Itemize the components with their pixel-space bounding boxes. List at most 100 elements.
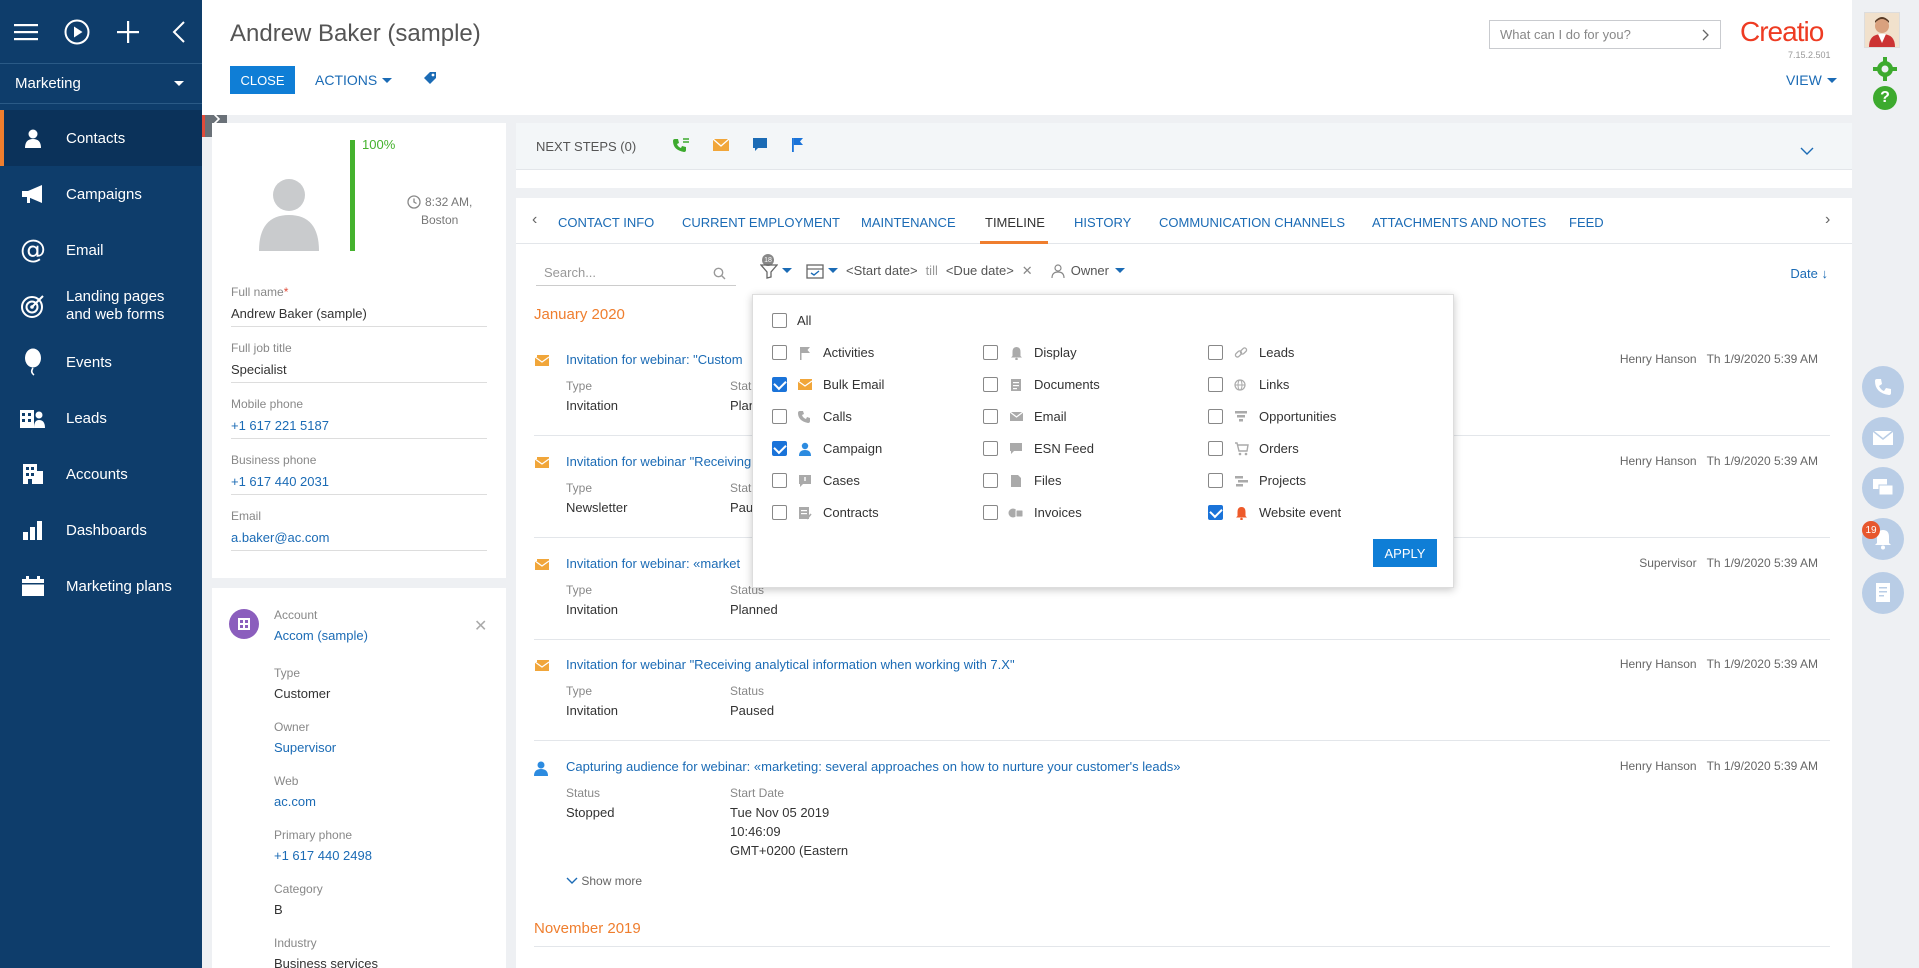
expand-chevron-icon[interactable] bbox=[1800, 143, 1814, 158]
filter-option-links[interactable]: Links bbox=[1208, 377, 1289, 392]
tab-communication-channels[interactable]: COMMUNICATION CHANNELS bbox=[1159, 215, 1345, 230]
filter-option-all[interactable]: All bbox=[772, 313, 811, 328]
clear-date-icon[interactable]: ✕ bbox=[1022, 263, 1033, 279]
contact-photo[interactable] bbox=[257, 173, 321, 251]
filter-option-cases[interactable]: Cases bbox=[772, 473, 860, 488]
filter-option-projects[interactable]: Projects bbox=[1208, 473, 1306, 488]
sort-by-date-button[interactable]: Date ↓ bbox=[1790, 266, 1828, 281]
business-phone-field[interactable]: Business phone +1 617 440 2031 bbox=[231, 453, 487, 495]
filter-option-email[interactable]: Email bbox=[983, 409, 1067, 424]
filter-option-documents[interactable]: Documents bbox=[983, 377, 1100, 392]
filter-option-files[interactable]: Files bbox=[983, 473, 1061, 488]
gear-icon[interactable] bbox=[1872, 56, 1898, 85]
tab-contact-info[interactable]: CONTACT INFO bbox=[558, 215, 654, 230]
checkbox[interactable] bbox=[1208, 377, 1223, 392]
filter-option-orders[interactable]: Orders bbox=[1208, 441, 1299, 456]
full-name-field[interactable]: Full name* Andrew Baker (sample) bbox=[231, 285, 487, 327]
start-date-value[interactable]: <Start date> bbox=[846, 263, 918, 278]
sidebar-item-contacts[interactable]: Contacts bbox=[0, 110, 202, 166]
owner-filter[interactable]: Owner bbox=[1051, 263, 1125, 278]
timeline-item-title[interactable]: Invitation for webinar: "Custom bbox=[566, 352, 743, 367]
mobile-phone-field[interactable]: Mobile phone +1 617 221 5187 bbox=[231, 397, 487, 439]
feed-document-icon[interactable] bbox=[1862, 572, 1904, 614]
checkbox[interactable] bbox=[1208, 345, 1223, 360]
sidebar-item-email[interactable]: @ Email bbox=[0, 222, 202, 278]
apply-button[interactable]: APPLY bbox=[1373, 539, 1437, 567]
checkbox[interactable] bbox=[983, 345, 998, 360]
collapse-chevron-icon[interactable] bbox=[165, 18, 193, 46]
sidebar-item-landing-pages[interactable]: Landing pages and web forms bbox=[0, 278, 202, 334]
account-phone-link[interactable]: +1 617 440 2498 bbox=[274, 848, 372, 863]
checkbox-checked[interactable] bbox=[772, 441, 787, 456]
filter-option-campaign[interactable]: Campaign bbox=[772, 441, 882, 456]
due-date-value[interactable]: <Due date> bbox=[946, 263, 1014, 278]
tab-maintenance[interactable]: MAINTENANCE bbox=[861, 215, 956, 230]
filter-option-leads[interactable]: Leads bbox=[1208, 345, 1294, 360]
add-icon[interactable] bbox=[114, 18, 142, 46]
add-task-flag-icon[interactable] bbox=[790, 137, 804, 156]
add-call-icon[interactable] bbox=[672, 137, 690, 156]
account-owner-link[interactable]: Supervisor bbox=[274, 740, 336, 755]
checkbox[interactable] bbox=[772, 473, 787, 488]
filter-option-activities[interactable]: Activities bbox=[772, 345, 874, 360]
actions-menu-button[interactable]: ACTIONS bbox=[315, 72, 393, 88]
email-field[interactable]: Email a.baker@ac.com bbox=[231, 509, 487, 551]
checkbox[interactable] bbox=[772, 505, 787, 520]
business-phone-value[interactable]: +1 617 440 2031 bbox=[231, 474, 487, 489]
close-icon[interactable]: ✕ bbox=[474, 616, 487, 636]
view-menu-button[interactable]: VIEW bbox=[1786, 72, 1837, 88]
tag-icon[interactable] bbox=[422, 70, 438, 89]
close-button[interactable]: CLOSE bbox=[230, 66, 295, 94]
timeline-item-title[interactable]: Invitation for webinar: «market bbox=[566, 556, 740, 571]
checkbox[interactable] bbox=[1208, 441, 1223, 456]
envelope-icon[interactable] bbox=[1862, 417, 1904, 459]
checkbox[interactable] bbox=[983, 409, 998, 424]
filter-option-contracts[interactable]: Contracts bbox=[772, 505, 879, 520]
checkbox[interactable] bbox=[1208, 409, 1223, 424]
sidebar-item-marketing-plans[interactable]: Marketing plans bbox=[0, 558, 202, 614]
checkbox[interactable] bbox=[772, 345, 787, 360]
chat-icon[interactable] bbox=[1862, 467, 1904, 509]
email-value[interactable]: a.baker@ac.com bbox=[231, 530, 487, 545]
filter-option-bulk-email[interactable]: Bulk Email bbox=[772, 377, 884, 392]
checkbox[interactable] bbox=[772, 409, 787, 424]
timeline-search-input[interactable]: Search... bbox=[536, 260, 736, 286]
workspace-selector[interactable]: Marketing bbox=[0, 64, 202, 104]
account-web-link[interactable]: ac.com bbox=[274, 794, 316, 809]
job-title-field[interactable]: Full job title Specialist bbox=[231, 341, 487, 383]
tabs-scroll-right-icon[interactable]: › bbox=[1825, 211, 1830, 229]
add-email-icon[interactable] bbox=[712, 138, 730, 155]
account-name-link[interactable]: Accom (sample) bbox=[274, 628, 368, 643]
help-icon[interactable]: ? bbox=[1873, 86, 1897, 110]
timeline-item-title[interactable]: Invitation for webinar "Receiving analyt… bbox=[566, 657, 1015, 672]
mobile-phone-value[interactable]: +1 617 221 5187 bbox=[231, 418, 487, 433]
sidebar-item-dashboards[interactable]: Dashboards bbox=[0, 502, 202, 558]
add-comment-icon[interactable] bbox=[752, 137, 768, 155]
tab-feed[interactable]: FEED bbox=[1569, 215, 1604, 230]
tab-history[interactable]: HISTORY bbox=[1074, 215, 1131, 230]
filter-option-esn-feed[interactable]: ESN Feed bbox=[983, 441, 1094, 456]
filter-option-invoices[interactable]: Invoices bbox=[983, 505, 1082, 520]
checkbox[interactable] bbox=[983, 505, 998, 520]
tab-current-employment[interactable]: CURRENT EMPLOYMENT bbox=[682, 215, 840, 230]
checkbox[interactable] bbox=[983, 441, 998, 456]
filter-option-website-event[interactable]: Website event bbox=[1208, 505, 1341, 520]
checkbox[interactable] bbox=[772, 313, 787, 328]
checkbox-checked[interactable] bbox=[772, 377, 787, 392]
user-avatar[interactable] bbox=[1864, 12, 1900, 48]
tab-timeline[interactable]: TIMELINE bbox=[985, 215, 1045, 230]
date-range-calendar-icon[interactable] bbox=[806, 262, 838, 279]
sidebar-item-events[interactable]: Events bbox=[0, 334, 202, 390]
timeline-item-title[interactable]: Capturing audience for webinar: «marketi… bbox=[566, 759, 1181, 774]
tab-attachments-and-notes[interactable]: ATTACHMENTS AND NOTES bbox=[1372, 215, 1546, 230]
sidebar-item-campaigns[interactable]: Campaigns bbox=[0, 166, 202, 222]
checkbox[interactable] bbox=[983, 377, 998, 392]
checkbox[interactable] bbox=[1208, 473, 1223, 488]
tabs-scroll-left-icon[interactable]: ‹ bbox=[532, 211, 537, 229]
hamburger-menu-icon[interactable] bbox=[12, 18, 40, 46]
sidebar-item-accounts[interactable]: Accounts bbox=[0, 446, 202, 502]
filter-option-opportunities[interactable]: Opportunities bbox=[1208, 409, 1336, 424]
phone-icon[interactable] bbox=[1862, 366, 1904, 408]
checkbox-checked[interactable] bbox=[1208, 505, 1223, 520]
filter-option-calls[interactable]: Calls bbox=[772, 409, 852, 424]
